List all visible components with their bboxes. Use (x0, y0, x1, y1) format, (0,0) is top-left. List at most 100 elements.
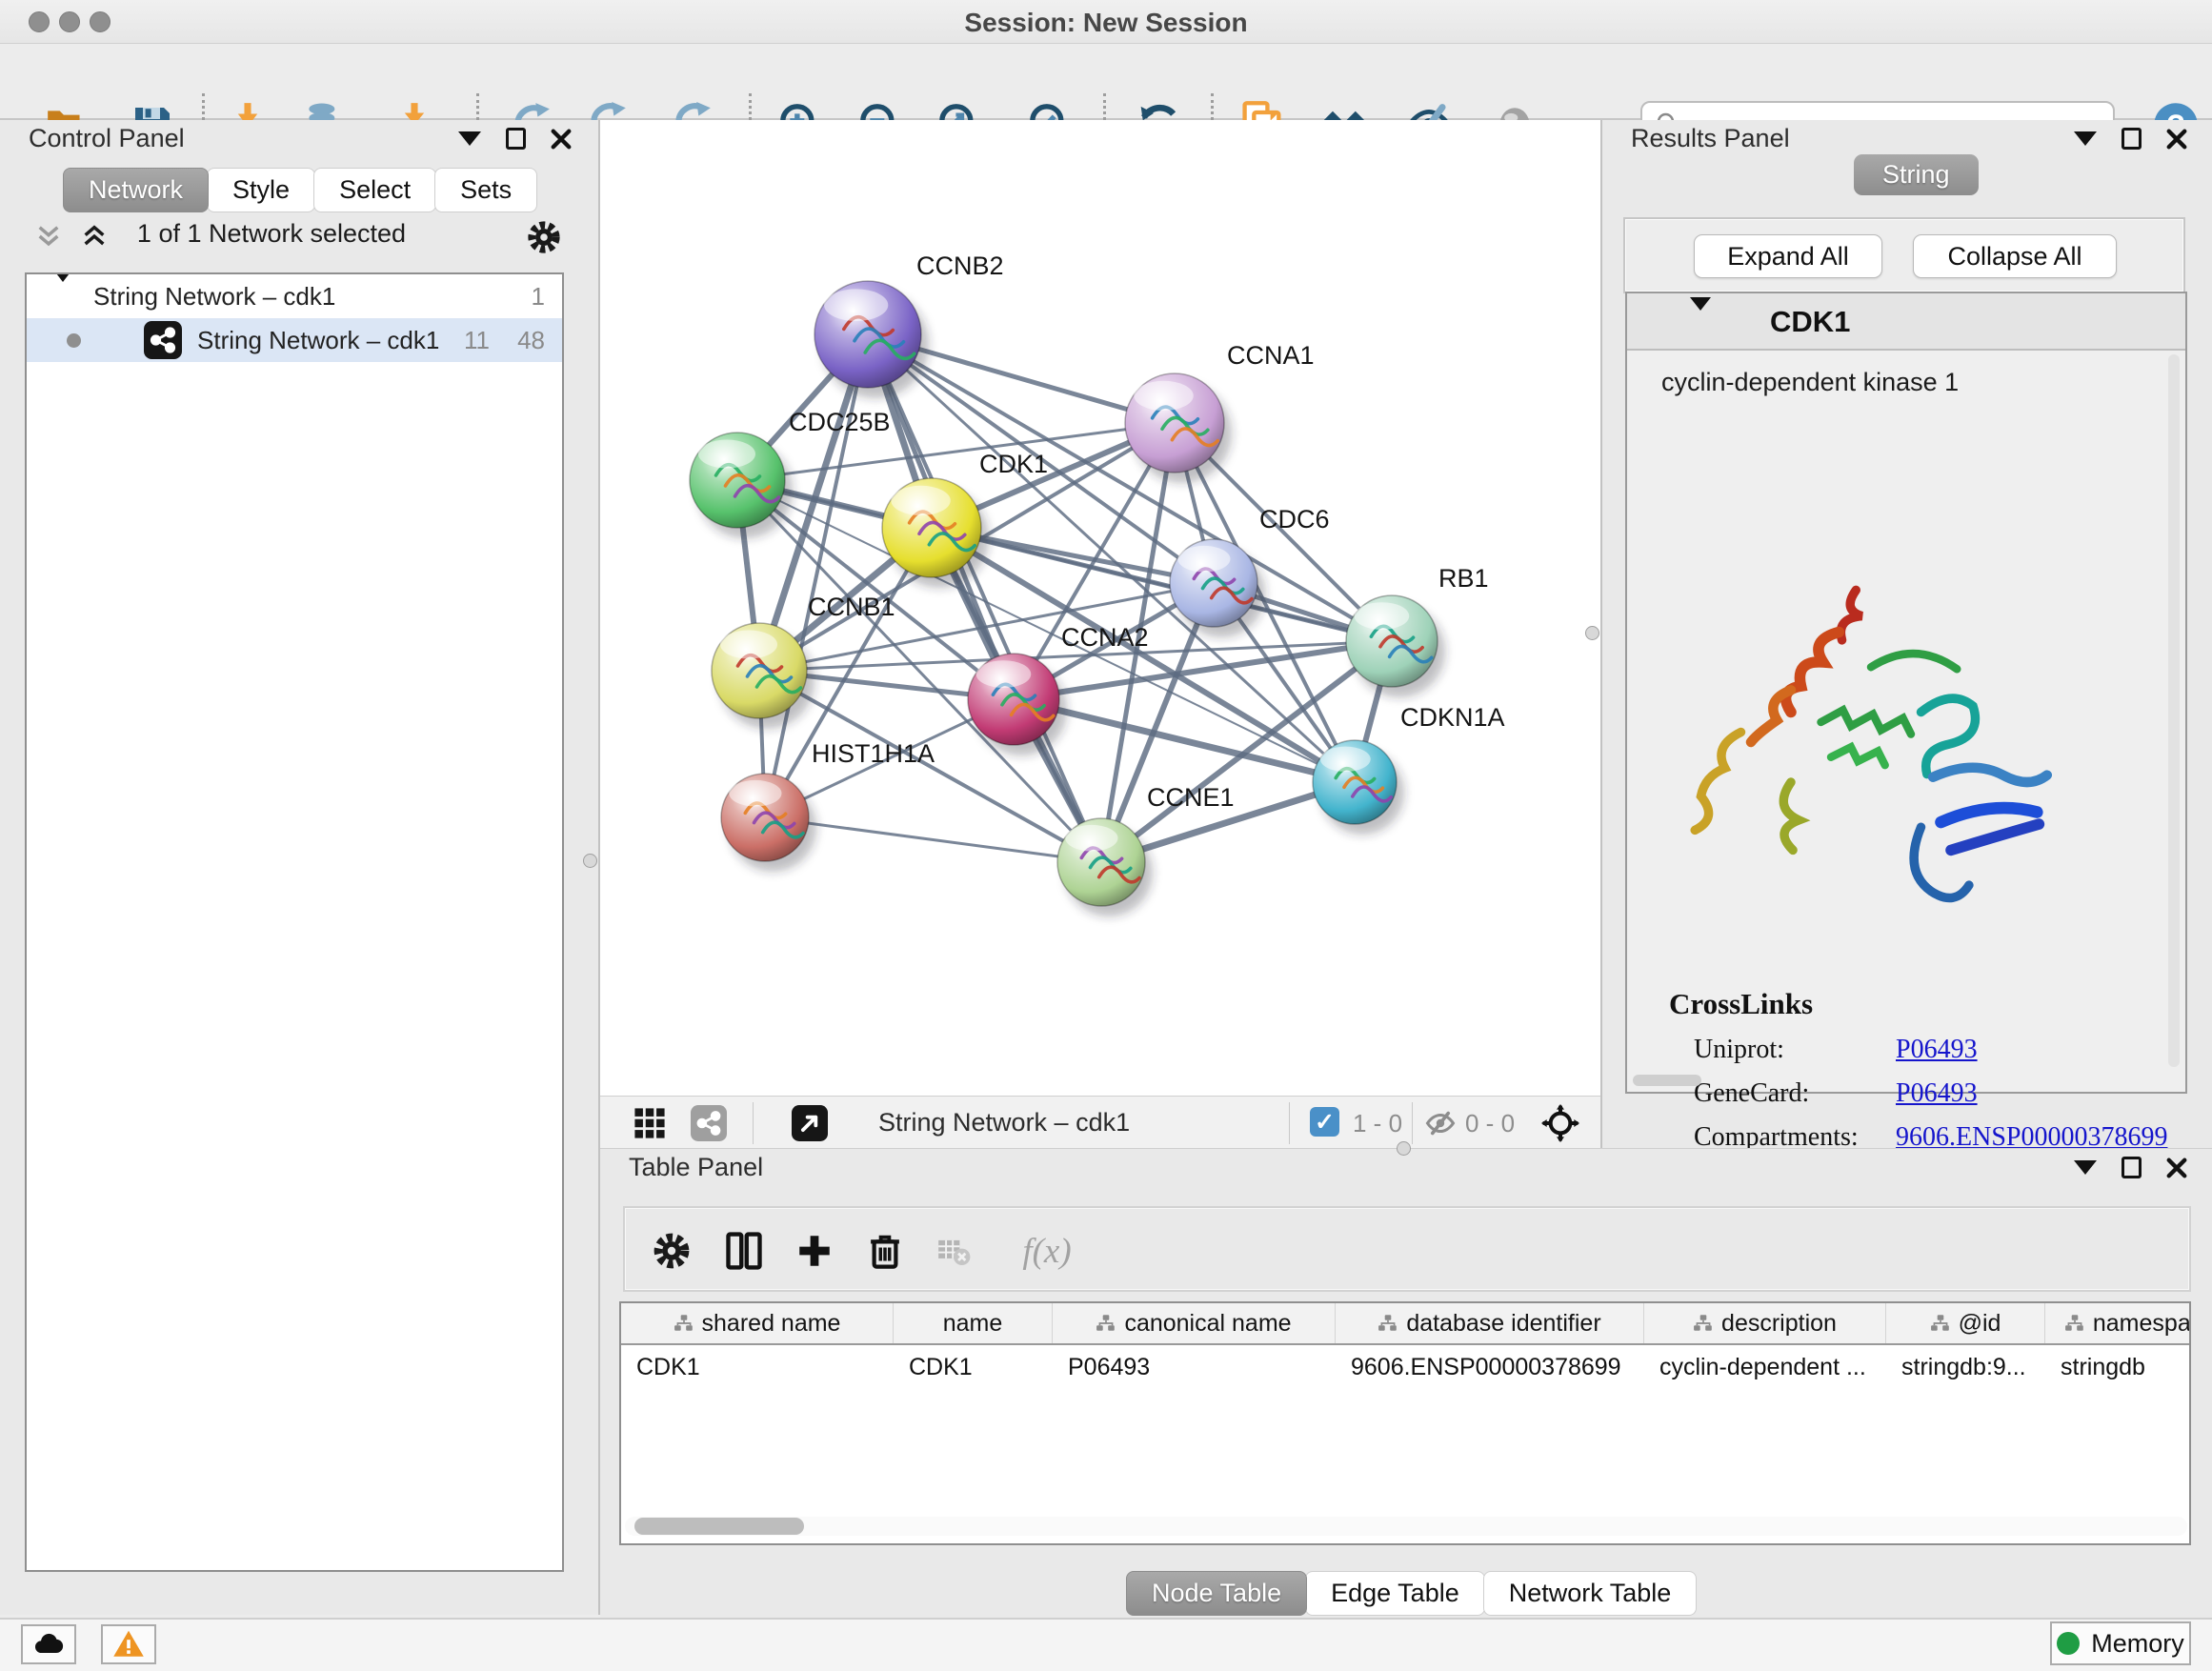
results-vertical-scrollbar[interactable] (2168, 354, 2180, 1067)
hidden-eye-slash-icon (1421, 1104, 1459, 1142)
panel-menu-icon[interactable] (458, 131, 481, 146)
network-node-ccnb1[interactable]: CCNB1 (712, 593, 895, 729)
protein-structure-image (1671, 572, 2071, 953)
results-horizontal-scroll-thumb[interactable] (1633, 1075, 1701, 1086)
table-cell[interactable]: stringdb (2045, 1354, 2191, 1381)
collection-count: 1 (532, 282, 545, 312)
delete-column-icon[interactable] (859, 1225, 911, 1277)
network-canvas[interactable]: CCNB2CCNA1CDC25BCDK1CDC6RB1CCNB1CCNA2CDK… (600, 120, 1600, 1096)
crosslink-link[interactable]: P06493 (1896, 1035, 1978, 1065)
network-label: String Network – cdk1 (197, 326, 439, 355)
table-panel-title: Table Panel (629, 1153, 763, 1182)
right-splitter-handle[interactable] (1585, 626, 1599, 640)
network-node-ccnb2[interactable]: CCNB2 (814, 252, 1004, 398)
gene-symbol: CDK1 (1770, 305, 1850, 339)
table-cell[interactable]: stringdb:9... (1886, 1354, 2045, 1381)
tab-sets[interactable]: Sets (434, 168, 537, 212)
panel-menu-icon[interactable] (2074, 131, 2097, 146)
network-node-cdk1[interactable]: CDK1 (882, 450, 1048, 588)
table-horizontal-scrollbar[interactable] (625, 1517, 2187, 1536)
network-collection-row[interactable]: String Network – cdk1 1 (27, 274, 562, 318)
float-panel-icon[interactable] (2122, 1157, 2142, 1178)
column-header-description[interactable]: description (1644, 1303, 1886, 1343)
network-node-ccne1[interactable]: CCNE1 (1057, 783, 1235, 916)
gene-entry-card: CDK1 cyclin-dependent kinase 1 CrossLink… (1625, 292, 2187, 1094)
crosslink-label: Uniprot: (1694, 1035, 1784, 1065)
table-options-gear-icon[interactable] (646, 1225, 697, 1277)
table-cell[interactable]: P06493 (1053, 1354, 1336, 1381)
selected-checkbox-icon[interactable]: ✓ (1310, 1107, 1339, 1137)
column-header-shared-name[interactable]: shared name (621, 1303, 894, 1343)
crosslink-link[interactable]: P06493 (1896, 1078, 1978, 1109)
memory-button[interactable]: Memory (2050, 1621, 2191, 1665)
hidden-count: 0 - 0 (1465, 1109, 1515, 1138)
collection-disclosure-icon[interactable] (53, 282, 72, 312)
table-cell[interactable]: 9606.ENSP00000378699 (1336, 1354, 1644, 1381)
tab-node-table[interactable]: Node Table (1126, 1571, 1307, 1616)
toolbar-separator (753, 1102, 754, 1144)
results-panel: Results Panel String Expand All Collapse… (1600, 120, 2212, 1148)
close-panel-icon[interactable] (2166, 1158, 2187, 1178)
network-node-hist1h1a[interactable]: HIST1H1A (721, 739, 935, 872)
title-bar: Session: New Session (0, 0, 2212, 44)
column-header-canonical-name[interactable]: canonical name (1053, 1303, 1336, 1343)
selected-count: 1 - 0 (1353, 1109, 1402, 1138)
collapse-all-button[interactable]: Collapse All (1913, 234, 2117, 278)
column-header-id[interactable]: @id (1886, 1303, 2045, 1343)
export-view-icon[interactable] (791, 1104, 829, 1142)
network-edge[interactable] (868, 334, 1101, 862)
gene-entry-header[interactable]: CDK1 (1627, 293, 2185, 351)
network-node-rb1[interactable]: RB1 (1346, 564, 1489, 697)
table-cell[interactable]: CDK1 (621, 1354, 894, 1381)
network-edge-count: 48 (517, 326, 545, 355)
tab-style[interactable]: Style (207, 168, 315, 212)
clear-table-icon[interactable] (928, 1225, 979, 1277)
tab-select[interactable]: Select (313, 168, 436, 212)
network-options-gear-icon[interactable] (526, 219, 562, 255)
expand-all-button[interactable]: Expand All (1694, 234, 1882, 278)
table-panel: Table Panel f(x) shared namenamecanonica… (600, 1148, 2212, 1618)
column-header-name[interactable]: name (894, 1303, 1053, 1343)
create-column-icon[interactable] (789, 1225, 840, 1277)
network-view: CCNB2CCNA1CDC25BCDK1CDC6RB1CCNB1CCNA2CDK… (600, 120, 1600, 1148)
network-share-icon[interactable] (690, 1104, 728, 1142)
node-label-ccnb1: CCNB1 (808, 593, 895, 621)
table-row[interactable]: CDK1CDK1P064939606.ENSP00000378699cyclin… (621, 1345, 2189, 1389)
results-panel-title: Results Panel (1631, 124, 1790, 153)
tab-network[interactable]: Network (63, 168, 209, 212)
table-cell[interactable]: CDK1 (894, 1354, 1053, 1381)
cloud-status-button[interactable] (21, 1624, 76, 1664)
show-columns-icon[interactable] (718, 1225, 770, 1277)
tab-edge-table[interactable]: Edge Table (1305, 1571, 1485, 1616)
entry-disclosure-icon[interactable] (1690, 311, 1711, 328)
pan-crosshair-icon[interactable] (1541, 1104, 1579, 1142)
network-row[interactable]: String Network – cdk1 11 48 (27, 318, 562, 362)
bottom-splitter-handle[interactable] (1397, 1141, 1411, 1156)
network-node-ccna1[interactable]: CCNA1 (1125, 341, 1315, 483)
panel-menu-icon[interactable] (2074, 1160, 2097, 1175)
close-panel-icon[interactable] (551, 129, 572, 150)
tab-network-table[interactable]: Network Table (1483, 1571, 1698, 1616)
warnings-button[interactable] (101, 1624, 156, 1664)
birds-eye-view-icon[interactable] (631, 1104, 669, 1142)
node-label-cdkn1a: CDKN1A (1400, 703, 1505, 732)
string-network-icon (144, 321, 182, 359)
float-panel-icon[interactable] (2122, 128, 2142, 150)
node-label-hist1h1a: HIST1H1A (812, 739, 935, 768)
network-status-dot (67, 333, 81, 348)
table-cell[interactable]: cyclin-dependent ... (1644, 1354, 1886, 1381)
column-header-namespace[interactable]: namespace (2045, 1303, 2191, 1343)
float-panel-icon[interactable] (506, 128, 526, 150)
control-panel: Control Panel NetworkStyleSelectSets 1 o… (0, 120, 600, 1615)
table-header-row: shared namenamecanonical namedatabase id… (621, 1303, 2189, 1345)
results-controls: Expand All Collapse All (1623, 217, 2185, 293)
collection-label: String Network – cdk1 (93, 282, 335, 312)
crosslinks-heading: CrossLinks (1669, 987, 1813, 1021)
close-panel-icon[interactable] (2166, 129, 2187, 150)
function-builder-icon[interactable]: f(x) (1004, 1225, 1090, 1277)
column-header-database-identifier[interactable]: database identifier (1336, 1303, 1644, 1343)
left-splitter-handle[interactable] (583, 854, 597, 868)
network-node-cdkn1a[interactable]: CDKN1A (1313, 703, 1505, 835)
tab-string[interactable]: String (1854, 154, 1979, 195)
node-label-ccna1: CCNA1 (1227, 341, 1315, 370)
